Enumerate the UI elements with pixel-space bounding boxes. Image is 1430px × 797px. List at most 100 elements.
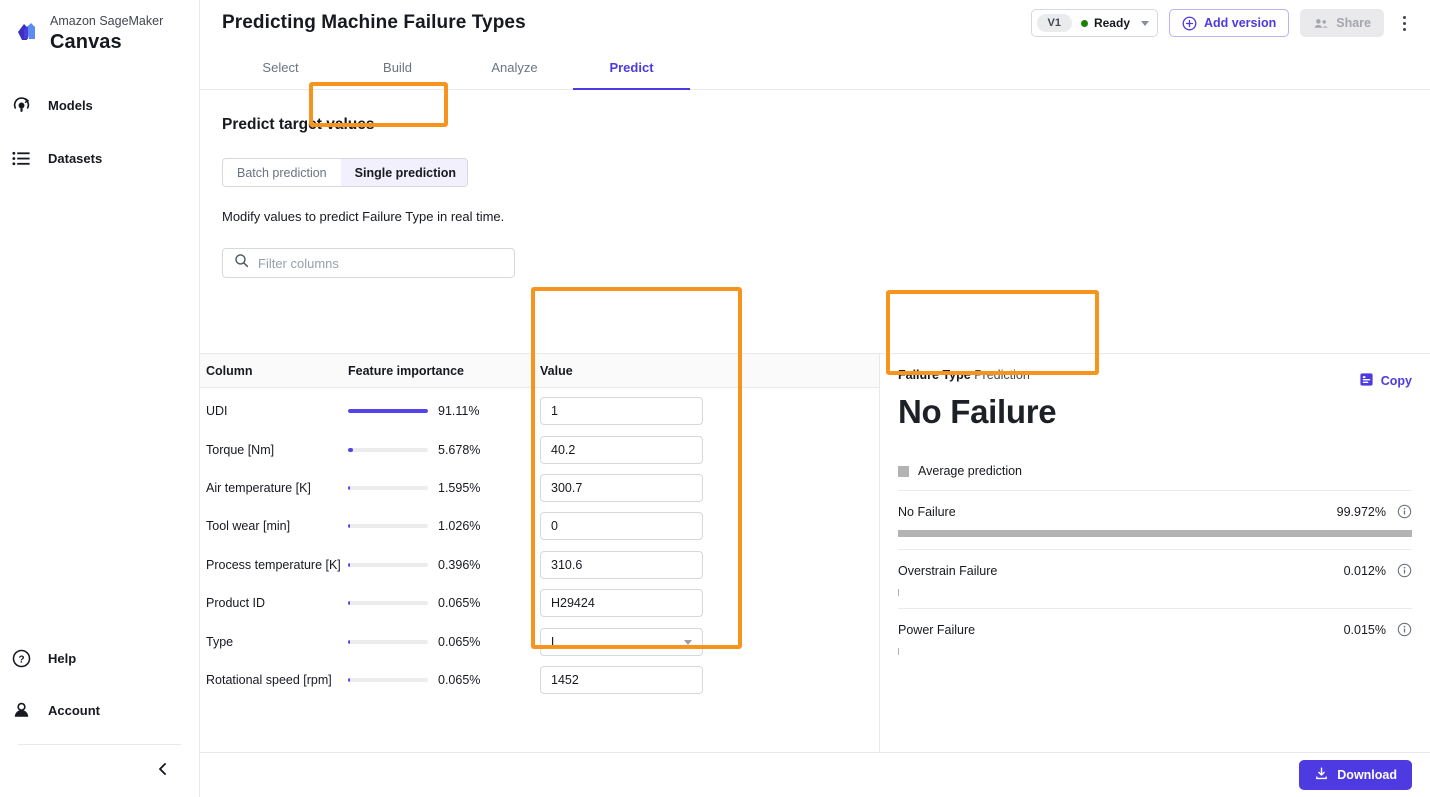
sidebar-item-datasets[interactable]: Datasets bbox=[0, 138, 199, 178]
sidebar-item-label: Help bbox=[48, 650, 77, 666]
table-row: Rotational speed [rpm] 0.065% bbox=[200, 661, 879, 699]
copy-label: Copy bbox=[1380, 374, 1412, 388]
probability-bar-fill bbox=[898, 589, 899, 596]
importance-bar-track bbox=[348, 677, 428, 682]
tab-analyze[interactable]: Analyze bbox=[456, 46, 573, 89]
share-label: Share bbox=[1336, 16, 1371, 30]
chevron-left-icon[interactable] bbox=[153, 759, 173, 779]
probability-percent: 99.972% bbox=[1336, 504, 1386, 519]
importance-bar-fill bbox=[348, 562, 350, 567]
importance-bar-fill bbox=[348, 409, 428, 414]
search-input[interactable] bbox=[258, 255, 503, 271]
feature-importance-cell: 1.026% bbox=[348, 519, 540, 533]
brand-subtitle: Amazon SageMaker bbox=[50, 14, 164, 28]
feature-importance-cell: 0.065% bbox=[348, 596, 540, 610]
svg-text:?: ? bbox=[18, 654, 24, 665]
value-cell bbox=[540, 550, 879, 579]
column-header-feature-importance: Feature importance bbox=[348, 363, 465, 378]
importance-bar-track bbox=[348, 562, 428, 567]
importance-percent: 0.065% bbox=[438, 634, 481, 649]
feature-name: Product ID bbox=[206, 596, 266, 611]
sidebar-item-help[interactable]: ? Help bbox=[0, 638, 199, 678]
importance-bar-track bbox=[348, 601, 428, 606]
importance-bar-track bbox=[348, 485, 428, 490]
tab-predict[interactable]: Predict bbox=[573, 46, 690, 90]
sidebar-item-account[interactable]: Account bbox=[0, 690, 199, 730]
value-input-product-id[interactable] bbox=[540, 589, 703, 618]
value-cell bbox=[540, 665, 879, 694]
feature-importance-cell: 0.396% bbox=[348, 558, 540, 572]
importance-bar-track bbox=[348, 524, 428, 529]
prediction-pane: Failure Type Prediction No Failure Copy … bbox=[880, 353, 1430, 752]
column-header-column: Column bbox=[206, 363, 253, 378]
download-icon bbox=[1314, 766, 1329, 784]
info-icon[interactable] bbox=[1397, 563, 1412, 578]
importance-percent: 5.678% bbox=[438, 442, 481, 457]
importance-bar-fill bbox=[348, 677, 350, 682]
value-input-udi[interactable] bbox=[540, 397, 703, 426]
feature-name: Tool wear [min] bbox=[206, 519, 291, 534]
info-icon[interactable] bbox=[1397, 622, 1412, 637]
value-input-tool-wear-min[interactable] bbox=[540, 512, 703, 541]
feature-importance-cell: 1.595% bbox=[348, 481, 540, 495]
value-input-rotational-speed-rpm[interactable] bbox=[540, 665, 703, 694]
value-input-torque-nm[interactable] bbox=[540, 435, 703, 464]
value-select-type[interactable] bbox=[540, 627, 703, 656]
kebab-menu-icon[interactable] bbox=[1395, 10, 1414, 37]
main-area: Predicting Machine Failure Types V1 Read… bbox=[200, 0, 1430, 797]
chevron-down-icon bbox=[684, 639, 692, 645]
value-cell bbox=[540, 627, 879, 656]
filter-columns-field[interactable] bbox=[222, 248, 515, 278]
value-input-process-temperature-k[interactable] bbox=[540, 550, 703, 579]
prediction-label-suffix: Prediction bbox=[970, 368, 1030, 382]
probability-bar-fill bbox=[898, 648, 899, 655]
feature-importance-cell: 0.065% bbox=[348, 673, 540, 687]
feature-name: Air temperature [K] bbox=[206, 480, 311, 495]
probability-bar-track bbox=[898, 589, 1412, 596]
sidebar-bottom: ? Help Account bbox=[0, 638, 199, 797]
feature-importance-cell: 0.065% bbox=[348, 635, 540, 649]
tab-select[interactable]: Select bbox=[222, 46, 339, 89]
importance-percent: 1.026% bbox=[438, 519, 481, 534]
importance-percent: 0.065% bbox=[438, 596, 481, 611]
single-prediction-tab[interactable]: Single prediction bbox=[340, 159, 467, 186]
probability-list: No Failure 99.972% Overstrain Failure 0.012… bbox=[898, 490, 1412, 655]
prediction-target-name: Failure Type bbox=[898, 368, 971, 382]
info-icon[interactable] bbox=[1397, 504, 1412, 519]
feature-name: Type bbox=[206, 634, 234, 649]
value-input-air-temperature-k[interactable] bbox=[540, 473, 703, 502]
sagemaker-canvas-logo-icon bbox=[14, 8, 44, 51]
sidebar: Amazon SageMaker Canvas Models Datasets … bbox=[0, 0, 200, 797]
importance-bar-track bbox=[348, 447, 428, 452]
content-area: Predict target values Batch prediction S… bbox=[200, 82, 1430, 797]
tab-build[interactable]: Build bbox=[339, 46, 456, 89]
feature-name: Torque [Nm] bbox=[206, 442, 275, 457]
importance-bar-fill bbox=[348, 639, 350, 644]
table-row: Type 0.065% bbox=[200, 622, 879, 660]
version-selector[interactable]: V1 Ready bbox=[1030, 9, 1158, 37]
prediction-mode-toggle: Batch prediction Single prediction bbox=[222, 158, 468, 187]
column-header-value: Value bbox=[540, 363, 573, 378]
sidebar-item-models[interactable]: Models bbox=[0, 85, 199, 125]
version-status: Ready bbox=[1080, 16, 1130, 30]
download-button[interactable]: Download bbox=[1299, 760, 1412, 790]
table-row: Torque [Nm] 5.678% bbox=[200, 430, 879, 468]
download-label: Download bbox=[1337, 768, 1397, 782]
prediction-value: No Failure bbox=[898, 393, 1057, 430]
probability-label: Power Failure bbox=[898, 622, 976, 637]
table-row: Air temperature [K] 1.595% bbox=[200, 469, 879, 507]
features-table-pane: Column Feature importance Value UDI 91.11… bbox=[200, 353, 880, 752]
probability-bar-fill bbox=[898, 530, 1412, 537]
table-body: UDI 91.11% Torque [Nm] 5.678% Air temperatur… bbox=[200, 388, 879, 752]
account-icon bbox=[10, 700, 32, 721]
page-title: Predicting Machine Failure Types bbox=[222, 12, 526, 33]
add-version-button[interactable]: Add version bbox=[1169, 9, 1290, 37]
batch-prediction-tab[interactable]: Batch prediction bbox=[223, 159, 341, 186]
brand-text: Amazon SageMaker Canvas bbox=[44, 8, 163, 55]
importance-bar-track bbox=[348, 639, 428, 644]
probability-header: Power Failure 0.015% bbox=[898, 622, 1412, 637]
copy-button[interactable]: Copy bbox=[1359, 368, 1412, 390]
search-icon bbox=[234, 253, 249, 273]
probability-label: No Failure bbox=[898, 504, 956, 519]
panes: Column Feature importance Value UDI 91.11… bbox=[200, 353, 1430, 752]
